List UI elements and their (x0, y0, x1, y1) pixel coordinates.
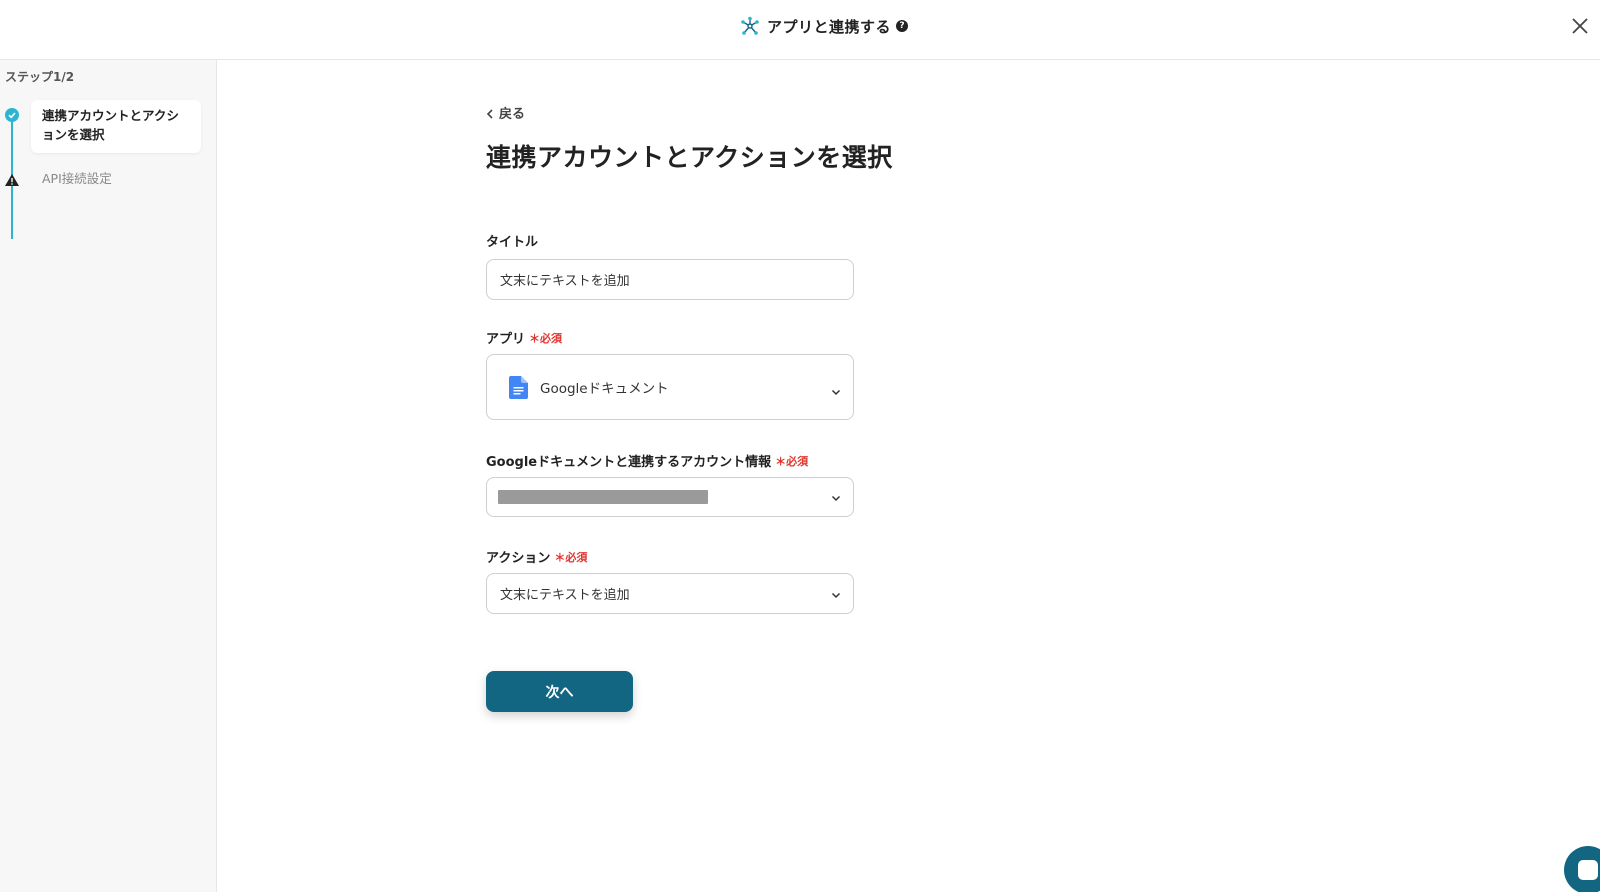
chevron-down-icon (831, 589, 841, 599)
title-input-value: 文末にテキストを追加 (500, 274, 630, 289)
step-counter: ステップ1/2 (5, 70, 75, 84)
google-docs-icon (509, 375, 528, 399)
back-label: 戻る (499, 107, 526, 122)
check-circle-icon (5, 108, 19, 122)
app-label-text: アプリ (486, 332, 526, 347)
title-input[interactable]: 文末にテキストを追加 (486, 259, 854, 300)
sidebar-step-select-account[interactable]: 連携アカウントとアクションを選択 (31, 100, 201, 153)
sidebar: ステップ1/2 連携アカウントとアクションを選択 API接続設定 (0, 60, 217, 892)
account-select[interactable] (486, 477, 854, 517)
warning-icon (4, 172, 20, 186)
required-badge: ＊必須 (529, 331, 563, 345)
action-label-text: アクション (486, 551, 551, 566)
page-title: 連携アカウントとアクションを選択 (486, 143, 893, 172)
chat-widget-button[interactable] (1564, 846, 1600, 892)
close-button[interactable] (1568, 14, 1592, 38)
sidebar-step-label: 連携アカウントとアクションを選択 (42, 108, 179, 142)
account-label-text: Googleドキュメントと連携するアカウント情報 (486, 455, 772, 470)
close-icon (1571, 17, 1589, 35)
page-header-title: アプリと連携する (767, 17, 892, 36)
app-select-value: Googleドキュメント (540, 381, 669, 397)
sidebar-step-api-settings[interactable]: API接続設定 (42, 168, 112, 187)
title-label-text: タイトル (486, 235, 539, 250)
header-title-group: アプリと連携する ? (740, 14, 909, 38)
required-badge: ＊必須 (775, 454, 809, 468)
app-field-label: アプリ ＊必須 (486, 328, 563, 348)
back-link[interactable]: 戻る (486, 103, 525, 122)
action-select[interactable]: 文末にテキストを追加 (486, 573, 854, 614)
action-select-value: 文末にテキストを追加 (500, 588, 630, 603)
action-field-label: アクション ＊必須 (486, 547, 588, 567)
header: アプリと連携する ? (0, 0, 1600, 60)
chevron-left-icon (486, 108, 494, 119)
app-select[interactable]: Googleドキュメント (486, 354, 854, 420)
masked-account-value (498, 490, 708, 504)
chevron-down-icon (831, 382, 841, 396)
chat-icon (1578, 860, 1598, 880)
required-badge: ＊必須 (554, 550, 588, 564)
next-button[interactable]: 次へ (486, 671, 633, 712)
account-field-label: Googleドキュメントと連携するアカウント情報 ＊必須 (486, 451, 809, 471)
network-icon (740, 16, 760, 36)
help-icon[interactable]: ? (896, 20, 909, 32)
chevron-down-icon (831, 492, 841, 502)
title-field-label: タイトル (486, 231, 538, 250)
